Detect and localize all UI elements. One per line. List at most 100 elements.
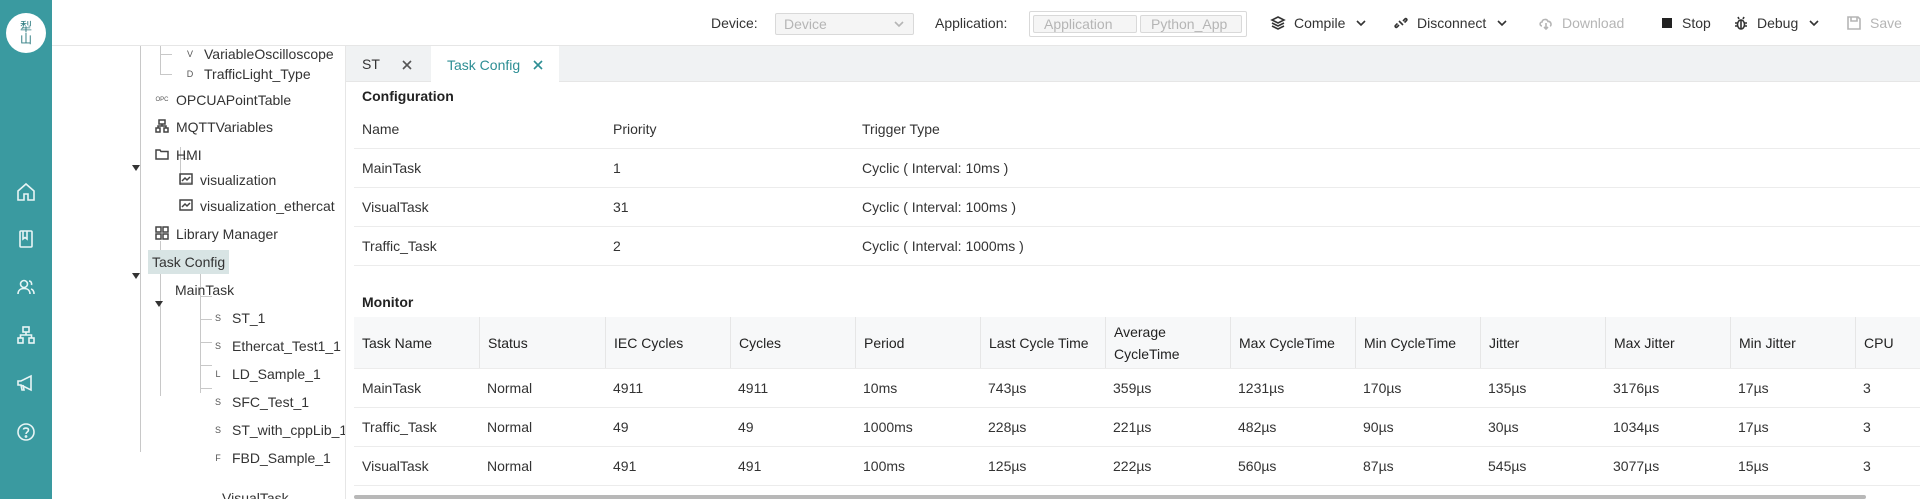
monitor-col-max-jitter: Max Jitter — [1605, 317, 1675, 368]
table-row[interactable]: Traffic_Task 2 Cyclic ( Interval: 1000ms… — [354, 227, 1920, 266]
monitor-cell: 222µs — [1113, 458, 1152, 474]
expand-caret-icon[interactable] — [155, 301, 163, 307]
tree-connector — [140, 46, 141, 452]
monitor-cell: 49 — [613, 419, 629, 435]
config-cell: Cyclic ( Interval: 100ms ) — [862, 199, 1017, 215]
config-cell: 31 — [613, 199, 629, 215]
tree-item-maintask[interactable]: MainTask — [175, 278, 234, 302]
monitor-cell: 491 — [613, 458, 637, 474]
tree-item-label: VisualTask — [222, 490, 289, 499]
monitor-col-average-cycletime: Average CycleTime — [1105, 317, 1215, 368]
variable-icon: V — [186, 49, 193, 59]
application-value: Application — [1033, 15, 1137, 33]
monitor-col-max-cycletime: Max CycleTime — [1230, 317, 1335, 368]
monitor-cell: 10ms — [863, 380, 898, 396]
expand-caret-icon[interactable] — [132, 273, 140, 279]
megaphone-icon[interactable] — [14, 371, 38, 395]
table-row[interactable]: VisualTask Normal 491 491 100ms 125µs 22… — [354, 447, 1920, 486]
tree-item-visualization-ethercat[interactable]: visualization_ethercat — [178, 194, 335, 218]
datatype-icon: D — [186, 69, 194, 79]
tree-item-ld-sample-1[interactable]: L LD_Sample_1 — [210, 362, 320, 386]
monitor-col-min-cycletime: Min CycleTime — [1355, 317, 1456, 368]
stop-button[interactable]: Stop — [1662, 0, 1711, 46]
network-icon[interactable] — [14, 323, 38, 347]
users-icon[interactable] — [14, 275, 38, 299]
monitor-cell: 3 — [1863, 380, 1871, 396]
config-cell: Traffic_Task — [362, 238, 437, 254]
tree-item-fbd-sample-1[interactable]: F FBD_Sample_1 — [210, 446, 331, 470]
tree-item-sfc-test-1[interactable]: S SFC_Test_1 — [210, 390, 309, 414]
tab-st[interactable]: ST — [346, 46, 431, 82]
monitor-cell: 4911 — [738, 380, 769, 396]
tree-item-label: OPCUAPointTable — [176, 92, 292, 108]
monitor-cell: 3 — [1863, 419, 1871, 435]
book-icon[interactable] — [14, 227, 38, 251]
tree-item-visualtask[interactable]: VisualTask — [222, 486, 289, 499]
monitor-cell: Normal — [487, 380, 533, 396]
table-row[interactable]: MainTask Normal 4911 4911 10ms 743µs 359… — [354, 369, 1920, 408]
tree-item-hmi[interactable]: HMI — [154, 143, 202, 167]
disconnect-button[interactable]: Disconnect — [1393, 0, 1508, 46]
monitor-cell: 3176µs — [1613, 380, 1660, 396]
config-cell: 1 — [613, 160, 621, 176]
horizontal-scrollbar[interactable] — [354, 495, 1866, 499]
top-toolbar: Device: Device Application: Application … — [52, 0, 1920, 46]
monitor-cell: 359µs — [1113, 380, 1152, 396]
expand-caret-icon[interactable] — [132, 165, 140, 171]
debug-button[interactable]: Debug — [1733, 0, 1820, 46]
tree-item-mqttvariables[interactable]: MQTTVariables — [154, 115, 273, 139]
monitor-col-min-jitter: Min Jitter — [1730, 317, 1796, 368]
device-select[interactable]: Device — [775, 13, 914, 35]
table-row[interactable]: Traffic_Task Normal 49 49 1000ms 228µs 2… — [354, 408, 1920, 447]
stop-icon — [1662, 18, 1672, 28]
monitor-cell: 560µs — [1238, 458, 1277, 474]
home-icon[interactable] — [14, 180, 38, 204]
table-row[interactable]: MainTask 1 Cyclic ( Interval: 10ms ) — [354, 149, 1920, 188]
monitor-col-iec-cycles: IEC Cycles — [605, 317, 683, 368]
tree-item-library-manager[interactable]: Library Manager — [154, 222, 278, 246]
compile-button[interactable]: Compile — [1270, 0, 1367, 46]
mqtt-icon — [154, 119, 170, 135]
tree-item-st-with-cpplib-1[interactable]: S ST_with_cppLib_1 — [210, 418, 345, 442]
visualization-icon — [178, 198, 194, 214]
st-icon: S — [214, 397, 221, 407]
close-icon[interactable] — [401, 58, 413, 70]
device-label: Device: — [711, 15, 758, 31]
tree-item-visualization[interactable]: visualization — [178, 168, 276, 192]
tab-task-config[interactable]: Task Config — [431, 46, 559, 83]
visualization-icon — [178, 172, 194, 188]
st-icon: S — [214, 425, 221, 435]
tree-item-label: FBD_Sample_1 — [232, 450, 331, 466]
application-select[interactable]: Application Python_App — [1029, 11, 1247, 37]
save-label: Save — [1870, 15, 1902, 31]
download-label: Download — [1562, 15, 1625, 31]
help-icon[interactable] — [14, 420, 38, 444]
tree-item-ethercat-test1-1[interactable]: S Ethercat_Test1_1 — [210, 334, 341, 358]
tree-item-task-config[interactable]: Task Config — [148, 250, 230, 274]
tree-item-st-1[interactable]: S ST_1 — [210, 306, 265, 330]
unlink-icon — [1394, 17, 1408, 29]
save-button[interactable]: Save — [1846, 0, 1902, 46]
monitor-cell: 3 — [1863, 458, 1871, 474]
stop-label: Stop — [1682, 15, 1711, 31]
disconnect-label: Disconnect — [1417, 15, 1487, 31]
monitor-cell: 17µs — [1738, 380, 1769, 396]
table-row[interactable]: VisualTask 31 Cyclic ( Interval: 100ms ) — [354, 188, 1920, 227]
tree-item-trafficlight-type[interactable]: D TrafficLight_Type — [182, 62, 311, 86]
tab-label: Task Config — [447, 56, 521, 73]
tree-connector — [160, 54, 172, 55]
monitor-cell: 30µs — [1488, 419, 1519, 435]
tree-item-opcuapointtable[interactable]: OPC OPCUAPointTable — [154, 88, 291, 112]
app-logo: 犁山 — [6, 13, 46, 53]
download-button[interactable]: Download — [1538, 0, 1624, 46]
opc-icon: OPC — [155, 97, 169, 103]
tree-item-label: Ethercat_Test1_1 — [232, 338, 341, 354]
monitor-col-period: Period — [855, 317, 904, 368]
monitor-col-status: Status — [479, 317, 528, 368]
config-col-priority: Priority — [613, 121, 657, 137]
tree-connector — [160, 46, 161, 74]
close-icon[interactable] — [532, 58, 544, 70]
fbd-icon: F — [215, 453, 221, 463]
tree-item-label: visualization — [200, 172, 277, 188]
config-header-row: Name Priority Trigger Type — [354, 110, 1920, 149]
